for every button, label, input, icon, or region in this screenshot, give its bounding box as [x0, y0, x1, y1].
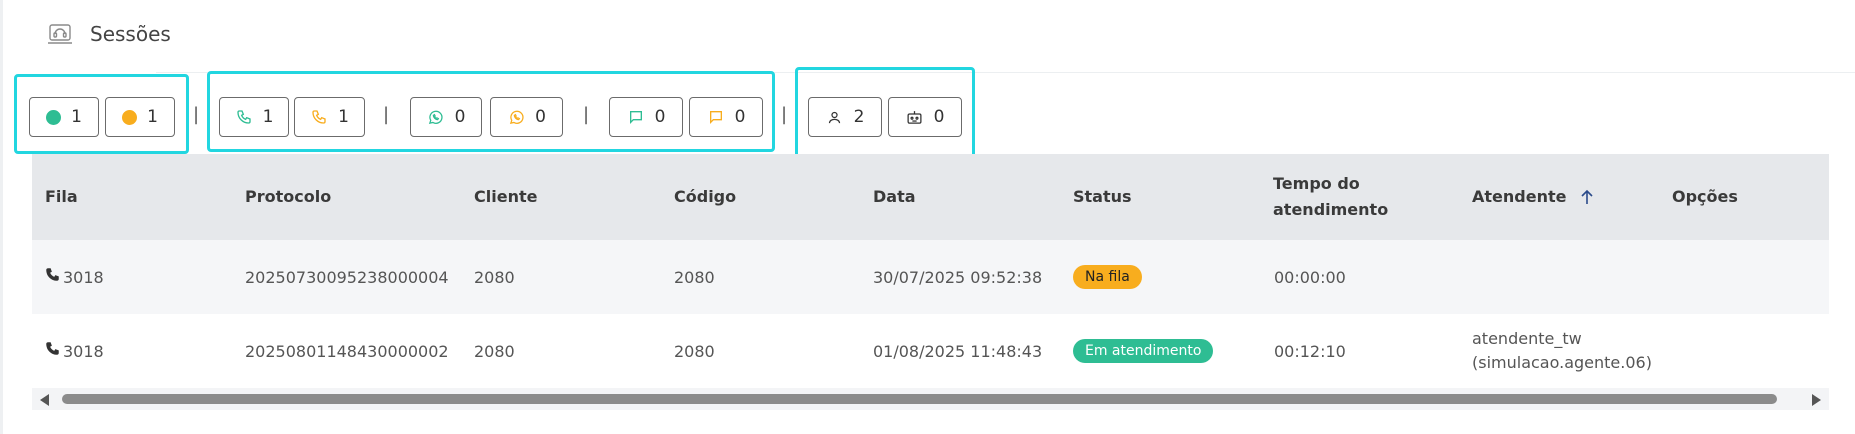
bots-chip[interactable]: 0 — [888, 97, 962, 137]
whatsapp-icon — [427, 108, 445, 126]
fila-value: 3018 — [63, 267, 104, 287]
orange-dot-icon — [122, 109, 138, 125]
cell-cliente: 2080 — [474, 267, 515, 287]
green-dot-icon — [46, 109, 62, 125]
scroll-left-arrow-icon[interactable] — [40, 394, 49, 406]
robot-icon — [906, 108, 924, 126]
cell-protocolo: 20250801148430000002 — [245, 341, 449, 361]
cell-status: Em atendimento — [1073, 314, 1214, 388]
column-header-data[interactable]: Data — [873, 154, 916, 240]
scrollbar-thumb[interactable] — [62, 394, 1777, 404]
page-header: Sessões — [46, 14, 171, 54]
cell-data: 01/08/2025 11:48:43 — [873, 341, 1043, 361]
separator: | — [583, 104, 590, 125]
phone-active-chip[interactable]: 1 — [219, 97, 289, 137]
user-icon — [826, 108, 844, 126]
chat-waiting-count: 0 — [734, 107, 746, 127]
page-title: Sessões — [90, 22, 171, 46]
column-header-tempo[interactable]: Tempo do atendimento — [1273, 154, 1403, 240]
cell-data: 30/07/2025 09:52:38 — [873, 267, 1043, 287]
column-header-cliente[interactable]: Cliente — [474, 154, 537, 240]
cell-atendente: atendente_tw (simulacao.agente.06) — [1472, 329, 1652, 372]
users-chip[interactable]: 2 — [808, 97, 882, 137]
waiting-sessions-count: 1 — [147, 107, 158, 127]
users-count: 2 — [853, 107, 865, 127]
column-header-status[interactable]: Status — [1073, 154, 1132, 240]
cell-fila: 3018 — [45, 314, 104, 388]
table-row[interactable]: 3018 20250801148430000002 2080 2080 01/0… — [32, 314, 1829, 388]
cell-cliente: 2080 — [474, 341, 515, 361]
chat-bubble-icon — [627, 108, 645, 126]
phone-fill-icon — [45, 267, 60, 282]
phone-fill-icon — [45, 341, 60, 356]
chat-waiting-chip[interactable]: 0 — [689, 97, 763, 137]
whatsapp-active-chip[interactable]: 0 — [410, 97, 482, 137]
separator: | — [193, 104, 200, 125]
separator: | — [383, 104, 390, 125]
scroll-right-arrow-icon[interactable] — [1812, 394, 1821, 406]
horizontal-scrollbar[interactable] — [32, 388, 1829, 410]
waiting-sessions-chip[interactable]: 1 — [105, 97, 175, 137]
sessions-table: Fila Protocolo Cliente Código Data Statu… — [32, 154, 1829, 388]
phone-waiting-chip[interactable]: 1 — [294, 97, 365, 137]
status-badge: Em atendimento — [1073, 339, 1214, 363]
fila-value: 3018 — [63, 341, 104, 361]
column-header-protocolo[interactable]: Protocolo — [245, 154, 331, 240]
column-header-codigo[interactable]: Código — [674, 154, 736, 240]
column-header-fila[interactable]: Fila — [45, 154, 78, 240]
chat-active-count: 0 — [654, 107, 666, 127]
column-header-opcoes: Opções — [1672, 187, 1738, 206]
cell-protocolo: 20250730095238000004 — [245, 267, 449, 287]
separator: | — [781, 104, 788, 125]
bots-count: 0 — [933, 107, 945, 127]
page-left-border — [0, 0, 3, 434]
cell-codigo: 2080 — [674, 267, 715, 287]
cell-fila: 3018 — [45, 240, 104, 314]
cell-tempo: 00:00:00 — [1274, 267, 1346, 287]
whatsapp-waiting-chip[interactable]: 0 — [490, 97, 563, 137]
column-header-atendente-label: Atendente — [1472, 187, 1567, 206]
cell-codigo: 2080 — [674, 341, 715, 361]
column-header-atendente[interactable]: Atendente — [1472, 154, 1594, 240]
phone-active-count: 1 — [262, 107, 274, 127]
chat-active-chip[interactable]: 0 — [609, 97, 683, 137]
sort-arrow-up-icon[interactable] — [1580, 189, 1594, 205]
table-row[interactable]: 3018 20250730095238000004 2080 2080 30/0… — [32, 240, 1829, 314]
status-badge: Na fila — [1073, 265, 1142, 289]
whatsapp-icon — [507, 108, 525, 126]
phone-waiting-count: 1 — [338, 107, 349, 127]
chat-bubble-icon — [707, 108, 725, 126]
active-sessions-count: 1 — [71, 107, 82, 127]
phone-icon — [310, 108, 328, 126]
whatsapp-waiting-count: 0 — [535, 107, 546, 127]
cell-tempo: 00:12:10 — [1274, 341, 1346, 361]
phone-icon — [235, 108, 253, 126]
active-sessions-chip[interactable]: 1 — [29, 97, 99, 137]
headset-monitor-icon — [46, 20, 74, 48]
whatsapp-active-count: 0 — [454, 107, 466, 127]
table-header: Fila Protocolo Cliente Código Data Statu… — [32, 154, 1829, 240]
cell-status: Na fila — [1073, 240, 1142, 314]
